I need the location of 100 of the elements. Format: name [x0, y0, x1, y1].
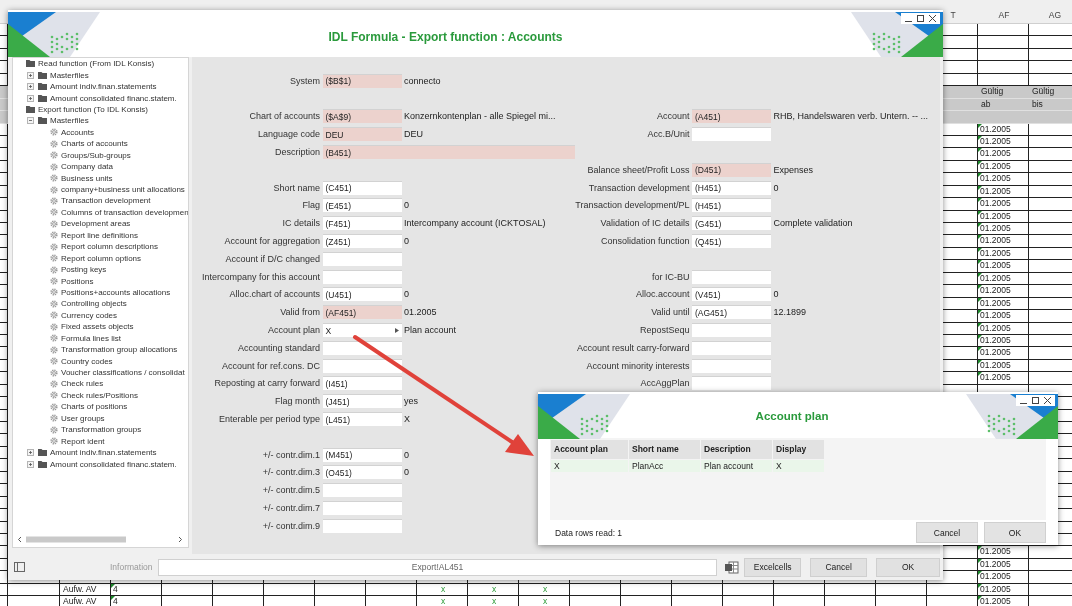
input-field[interactable]: (E451) — [322, 198, 402, 213]
tree-item[interactable]: Business units — [13, 172, 188, 184]
input-field[interactable]: (F451) — [322, 216, 402, 231]
input-field[interactable]: (L451) — [322, 412, 402, 427]
field-note: 0 — [773, 182, 780, 193]
input-field[interactable] — [322, 483, 402, 498]
expand-icon[interactable] — [27, 449, 34, 457]
tree-item[interactable]: Columns of transaction developmen — [13, 206, 188, 219]
close-icon[interactable] — [929, 15, 936, 22]
input-field[interactable] — [692, 340, 771, 355]
input-field[interactable] — [322, 518, 402, 533]
tree-item[interactable]: Report column options — [13, 252, 188, 264]
field-label: Account result carry-forward — [576, 342, 690, 353]
tree-item[interactable]: Posting keys — [13, 263, 188, 276]
maximize-icon[interactable] — [1032, 397, 1039, 404]
tree-item[interactable]: Amount consolidated financ.statem. — [13, 92, 188, 104]
input-field[interactable]: (D451) — [692, 162, 771, 177]
collapse-icon[interactable] — [27, 117, 34, 125]
input-field[interactable]: (A451) — [692, 109, 771, 124]
input-field[interactable]: (M451) — [322, 447, 402, 462]
tree-item[interactable]: Amount indiv.finan.statements — [13, 446, 188, 459]
table-cell[interactable]: X — [773, 460, 824, 472]
input-field[interactable] — [322, 501, 402, 515]
dropdown-field[interactable]: X — [322, 323, 402, 338]
tree-item[interactable]: Company data — [13, 160, 188, 173]
action-button[interactable]: Cancel — [810, 557, 868, 577]
spreadsheet-icon[interactable] — [725, 560, 740, 574]
input-field[interactable]: (I451) — [322, 376, 402, 391]
maximize-icon[interactable] — [917, 15, 924, 22]
column-header: Display — [773, 440, 824, 459]
table-cell[interactable]: Plan account — [701, 460, 772, 472]
tree-item[interactable]: Check rules — [13, 378, 188, 390]
tree-item[interactable]: Country codes — [13, 355, 188, 367]
tree-item[interactable]: Transformation groups — [13, 424, 188, 436]
input-field[interactable]: DEU — [322, 127, 402, 142]
tree-item[interactable]: User groups — [13, 412, 188, 424]
input-field[interactable] — [692, 376, 771, 391]
tree-item[interactable]: Groups/Sub-groups — [13, 149, 188, 161]
tree-item[interactable]: Positions+accounts allocations — [13, 286, 188, 299]
expand-icon[interactable] — [27, 71, 34, 79]
input-field[interactable] — [692, 358, 771, 373]
input-field[interactable]: (AG451) — [692, 305, 771, 320]
input-field[interactable]: (Z451) — [322, 234, 402, 249]
input-field[interactable] — [322, 251, 402, 266]
tree-item[interactable]: Export function (To IDL Konsis) — [13, 103, 188, 116]
input-field[interactable]: (H451) — [692, 198, 771, 213]
tree-item[interactable]: Charts of positions — [13, 401, 188, 413]
sidebar-icon[interactable] — [14, 562, 25, 572]
input-field[interactable] — [322, 340, 402, 355]
tree-item[interactable]: Amount consolidated financ.statem. — [13, 458, 188, 470]
column-header: AG — [1047, 9, 1062, 22]
table-cell[interactable]: X — [551, 460, 628, 472]
tree-item[interactable]: Masterfiles — [13, 69, 188, 81]
tree-item[interactable]: Accounts — [13, 126, 188, 139]
tree-item[interactable]: Formula lines list — [13, 332, 188, 344]
input-field[interactable]: (G451) — [692, 216, 771, 231]
input-field[interactable]: (AF451) — [322, 305, 402, 320]
tree-item[interactable]: Transaction development — [13, 195, 188, 207]
input-field[interactable] — [322, 269, 402, 284]
input-field[interactable]: (V451) — [692, 287, 771, 302]
close-icon[interactable] — [1044, 397, 1051, 404]
input-field[interactable] — [692, 127, 771, 142]
input-field[interactable]: (J451) — [322, 394, 402, 409]
tree-item[interactable]: Read function (From IDL Konsis) — [13, 58, 188, 70]
action-button[interactable]: Excelcells — [744, 557, 802, 577]
field-label: Account plan — [267, 325, 320, 336]
tree-item[interactable]: Positions — [13, 275, 188, 287]
input-field[interactable]: (O451) — [322, 465, 402, 480]
tree-item[interactable]: Masterfiles — [13, 115, 188, 127]
information-field[interactable]: Export!AL451 — [157, 558, 718, 576]
input-field[interactable]: ($A$9) — [322, 109, 402, 124]
expand-icon[interactable] — [27, 83, 34, 91]
expand-icon[interactable] — [27, 460, 34, 468]
tree-item[interactable]: Charts of accounts — [13, 138, 188, 150]
expand-icon[interactable] — [27, 94, 34, 102]
input-field[interactable] — [692, 323, 771, 338]
tree-item[interactable]: Transformation group allocations — [13, 343, 188, 356]
tree-item[interactable]: company+business unit allocations — [13, 183, 188, 196]
tree-item[interactable]: Report ident — [13, 435, 188, 447]
input-field[interactable]: (B451) — [322, 145, 575, 160]
input-field[interactable]: (H451) — [692, 180, 771, 195]
input-field[interactable]: (U451) — [322, 287, 402, 302]
tree-item[interactable]: Report column descriptions — [13, 241, 188, 253]
action-button[interactable]: OK — [876, 557, 940, 577]
tree-item[interactable]: Report line definitions — [13, 229, 188, 241]
tree-item[interactable]: Amount indiv.finan.statements — [13, 80, 188, 93]
tree-item[interactable]: Check rules/Positions — [13, 389, 188, 402]
input-field[interactable]: (C451) — [322, 180, 402, 195]
tree-item[interactable]: Fixed assets objects — [13, 321, 188, 333]
input-field[interactable] — [692, 269, 771, 284]
tree-item[interactable]: Controlling objects — [13, 298, 188, 310]
input-field[interactable]: ($B$1) — [322, 73, 402, 88]
tree-item[interactable]: Development areas — [13, 218, 188, 230]
tree-item[interactable]: Voucher classifications / consolidat — [13, 366, 188, 379]
dialog-button[interactable]: OK — [984, 522, 1046, 543]
input-field[interactable] — [322, 358, 402, 373]
tree-item[interactable]: Currency codes — [13, 309, 188, 322]
dialog-button[interactable]: Cancel — [916, 522, 978, 543]
input-field[interactable]: (Q451) — [692, 234, 771, 249]
table-cell[interactable]: PlanAcc — [629, 460, 700, 472]
